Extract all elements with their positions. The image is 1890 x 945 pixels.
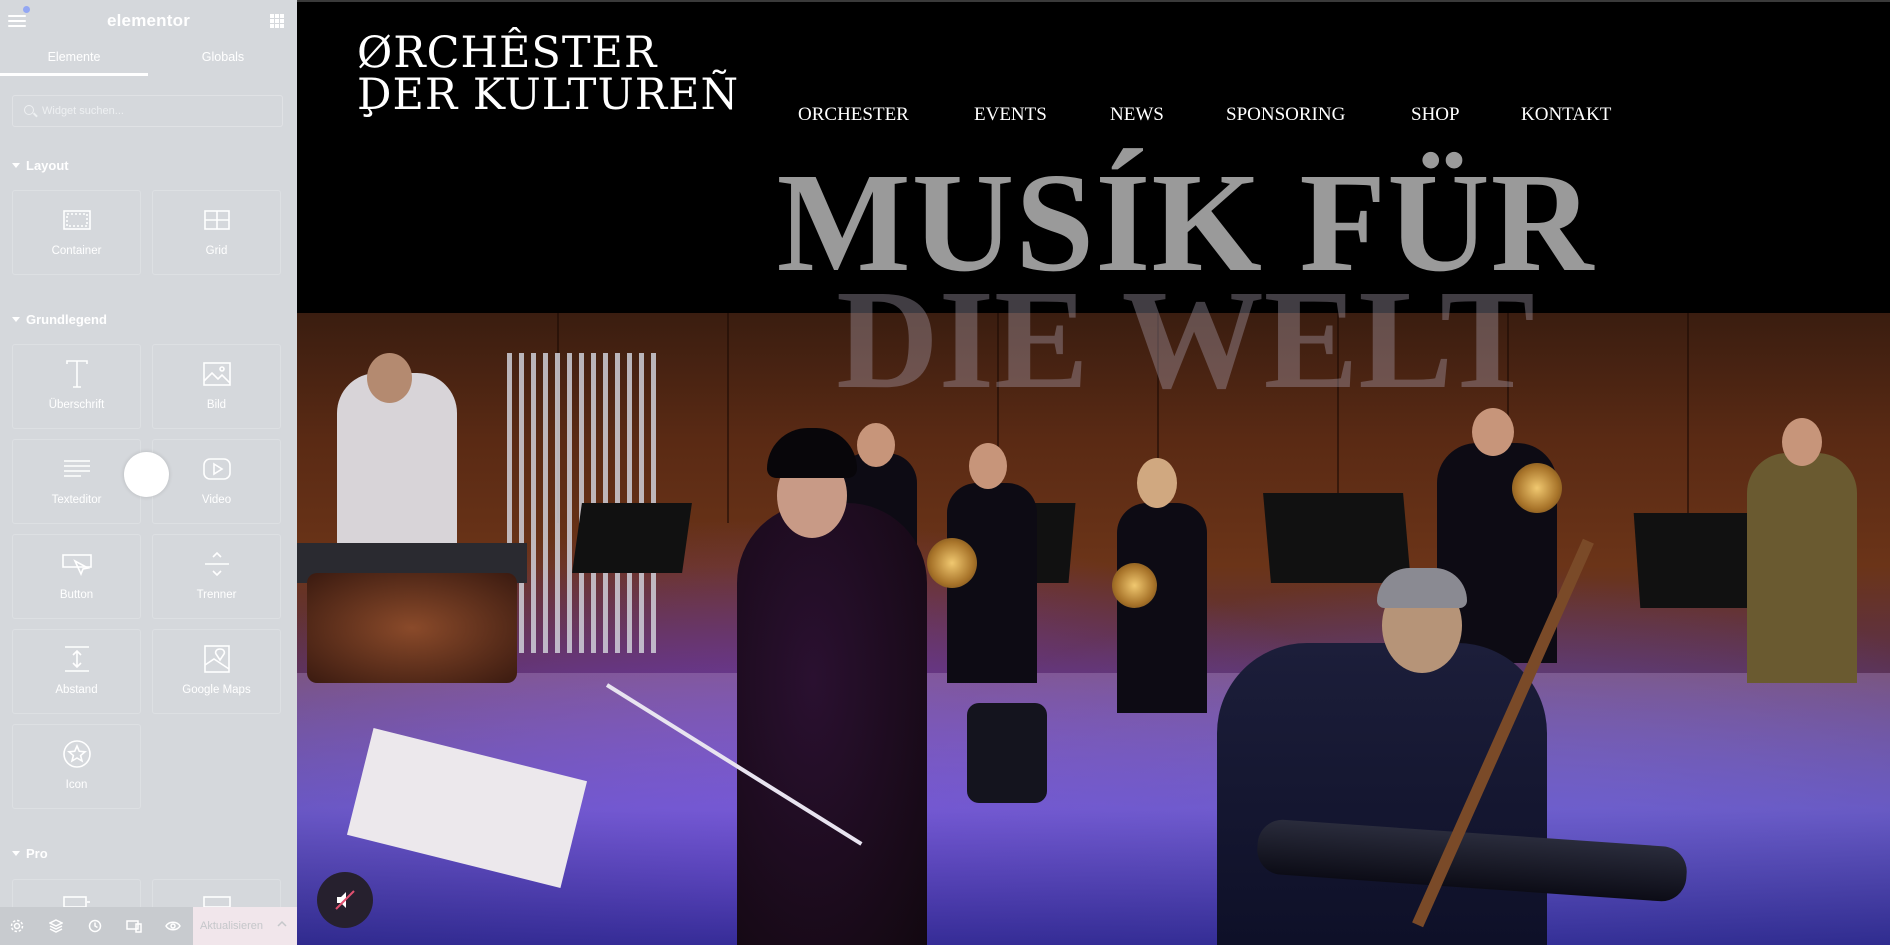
widget-label: Texteditor <box>51 494 102 506</box>
widget-heading[interactable]: Überschrift <box>12 344 141 429</box>
button-icon <box>13 549 140 579</box>
widget-search-input[interactable] <box>42 96 277 126</box>
drag-cursor <box>124 452 169 497</box>
widget-spacer[interactable]: Abstand <box>12 629 141 714</box>
update-button[interactable]: Aktualisieren <box>193 907 297 945</box>
page-preview: ØRCHÊSTER ḐER KULTUREÑ ORCHESTER EVENTS … <box>297 0 1890 945</box>
widget-label: Überschrift <box>48 399 105 411</box>
widget-google-maps[interactable]: Google Maps <box>152 629 281 714</box>
chevron-up-icon[interactable] <box>277 919 287 929</box>
widget-label: Google Maps <box>182 684 251 696</box>
widget-label: Abstand <box>55 684 98 696</box>
widget-icon[interactable]: Icon <box>12 724 141 809</box>
heading-icon <box>13 359 140 389</box>
widget-image[interactable]: Bild <box>152 344 281 429</box>
section-title: Pro <box>26 846 48 861</box>
site-logo[interactable]: ØRCHÊSTER ḐER KULTUREÑ <box>357 28 740 120</box>
search-icon <box>24 105 34 115</box>
widget-video[interactable]: Video <box>152 439 281 524</box>
spacer-icon <box>13 644 140 674</box>
speaker-muted-icon <box>335 890 355 910</box>
tab-globals[interactable]: Globals <box>149 42 297 76</box>
settings-icon[interactable] <box>9 918 25 934</box>
widget-text-editor[interactable]: Texteditor <box>12 439 141 524</box>
widget-label: Container <box>51 245 102 257</box>
widgets-grid-icon[interactable] <box>270 14 284 28</box>
history-icon[interactable] <box>87 918 103 934</box>
section-layout[interactable]: Layout <box>12 158 69 173</box>
widget-label: Grid <box>205 245 228 257</box>
caret-down-icon <box>12 851 20 856</box>
preview-border <box>297 0 1890 2</box>
caret-down-icon <box>12 163 20 168</box>
video-mute-button[interactable] <box>317 872 373 928</box>
panel-header: elementor <box>0 0 297 42</box>
logo-line: ḐER KULTUREÑ <box>357 70 740 120</box>
preview-eye-icon[interactable] <box>165 918 181 934</box>
widget-button[interactable]: Button <box>12 534 141 619</box>
hero-subheading: DIE WELT <box>297 264 1890 414</box>
elementor-panel: elementor Elemente Globals Layout Contai… <box>0 0 297 945</box>
widget-search <box>12 95 283 127</box>
nav-item-orchester[interactable]: ORCHESTER <box>798 104 909 126</box>
nav-item-shop[interactable]: SHOP <box>1411 104 1460 126</box>
widget-divider[interactable]: Trenner <box>152 534 281 619</box>
update-button-label: Aktualisieren <box>200 920 263 932</box>
section-grundlegend[interactable]: Grundlegend <box>12 312 107 327</box>
map-icon <box>153 644 280 674</box>
hero-heading-line2: DIE WELT <box>836 260 1535 418</box>
widget-label: Bild <box>206 399 227 411</box>
nav-item-news[interactable]: NEWS <box>1110 104 1164 126</box>
widget-label: Trenner <box>196 589 237 601</box>
logo-line: ØRCHÊSTER <box>357 28 658 78</box>
section-title: Grundlegend <box>26 312 107 327</box>
container-icon <box>13 205 140 235</box>
tab-elemente[interactable]: Elemente <box>0 42 148 76</box>
star-icon <box>13 739 140 769</box>
grid-icon <box>153 205 280 235</box>
image-icon <box>153 359 280 389</box>
video-icon <box>153 454 280 484</box>
divider-icon <box>153 549 280 579</box>
widget-container[interactable]: Container <box>12 190 141 275</box>
widget-label: Button <box>59 589 94 601</box>
panel-tabs: Elemente Globals <box>0 42 297 76</box>
widget-label: Icon <box>65 779 88 791</box>
widget-grid[interactable]: Grid <box>152 190 281 275</box>
layers-icon[interactable] <box>48 918 64 934</box>
nav-item-kontakt[interactable]: KONTAKT <box>1521 104 1611 126</box>
caret-down-icon <box>12 317 20 322</box>
section-pro[interactable]: Pro <box>12 846 48 861</box>
elementor-logo: elementor <box>106 11 191 30</box>
text-editor-icon <box>13 454 140 484</box>
responsive-icon[interactable] <box>126 918 142 934</box>
section-title: Layout <box>26 158 69 173</box>
widget-label: Video <box>201 494 232 506</box>
nav-item-sponsoring[interactable]: SPONSORING <box>1226 104 1345 126</box>
nav-item-events[interactable]: EVENTS <box>974 104 1047 126</box>
